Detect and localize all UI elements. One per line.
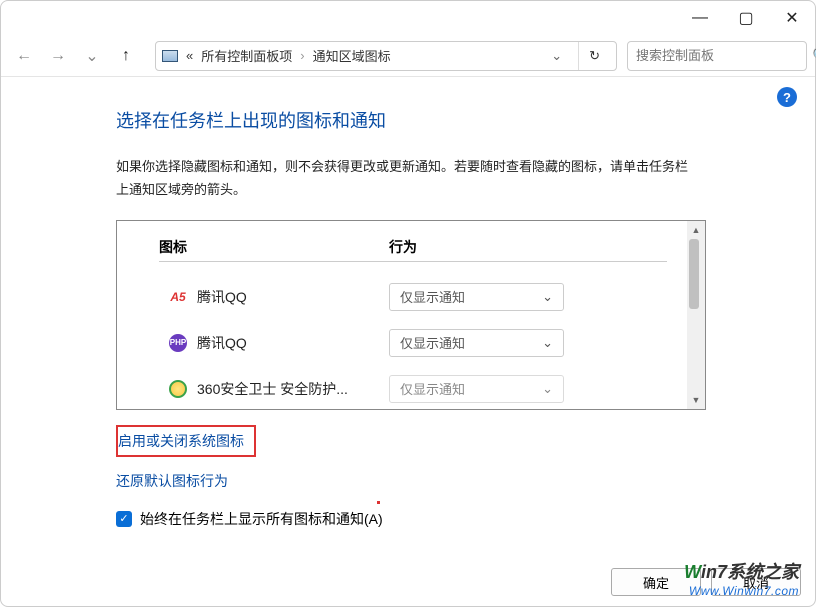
page-title: 选择在任务栏上出现的图标和通知 xyxy=(116,107,755,133)
list-item: A5 腾讯QQ 仅显示通知 ⌄ xyxy=(159,274,667,320)
cancel-button[interactable]: 取消 xyxy=(711,568,801,596)
app-icon-360 xyxy=(169,380,187,398)
window-titlebar: — ▢ ✕ xyxy=(1,1,815,35)
link-restore-defaults[interactable]: 还原默认图标行为 xyxy=(116,471,755,491)
dialog-footer: 确定 取消 xyxy=(611,568,801,596)
forward-button[interactable]: → xyxy=(43,41,73,71)
content-area: ? 选择在任务栏上出现的图标和通知 如果你选择隐藏图标和通知，则不会获得更改或更… xyxy=(1,77,815,529)
address-dropdown-icon[interactable]: ⌄ xyxy=(543,48,570,64)
breadcrumb-chevrons: « xyxy=(186,48,193,63)
behavior-value: 仅显示通知 xyxy=(400,333,465,352)
maximize-button[interactable]: ▢ xyxy=(723,1,769,35)
scroll-up-icon[interactable]: ▲ xyxy=(689,223,703,237)
links-section: 启用或关闭系统图标 还原默认图标行为 ✓ 始终在任务栏上显示所有图标和通知(A) xyxy=(116,425,755,529)
app-icon-qq: A5 xyxy=(170,290,185,304)
search-box[interactable]: 🔍 xyxy=(627,41,807,71)
app-name: 360安全卫士 安全防护... xyxy=(197,379,389,399)
recent-locations-button[interactable]: ⌄ xyxy=(77,41,107,71)
list-item: 360安全卫士 安全防护... 仅显示通知 ⌄ xyxy=(159,366,667,409)
scrollbar[interactable]: ▲ ▼ xyxy=(687,221,705,409)
behavior-select[interactable]: 仅显示通知 ⌄ xyxy=(389,375,564,403)
list-item: PHP 腾讯QQ 仅显示通知 ⌄ xyxy=(159,320,667,366)
page-description: 如果你选择隐藏图标和通知，则不会获得更改或更新通知。若要随时查看隐藏的图标，请单… xyxy=(116,155,696,202)
column-header-icon: 图标 xyxy=(159,237,389,257)
breadcrumb-item[interactable]: 所有控制面板项 xyxy=(201,46,292,65)
address-bar[interactable]: « 所有控制面板项 › 通知区域图标 ⌄ ↻ xyxy=(155,41,617,71)
search-icon[interactable]: 🔍 xyxy=(812,46,816,66)
icon-list-box: 图标 行为 A5 腾讯QQ 仅显示通知 ⌄ PHP 腾讯QQ 仅显示通知 ⌄ xyxy=(116,220,706,410)
checkbox-checked-icon[interactable]: ✓ xyxy=(116,511,132,527)
chevron-down-icon: ⌄ xyxy=(542,289,553,305)
toolbar: ← → ⌄ ↑ « 所有控制面板项 › 通知区域图标 ⌄ ↻ 🔍 xyxy=(1,35,815,77)
back-button[interactable]: ← xyxy=(9,41,39,71)
scroll-thumb[interactable] xyxy=(689,239,699,309)
behavior-select[interactable]: 仅显示通知 ⌄ xyxy=(389,283,564,311)
link-system-icons[interactable]: 启用或关闭系统图标 xyxy=(116,425,256,457)
control-panel-icon xyxy=(162,50,178,62)
behavior-value: 仅显示通知 xyxy=(400,287,465,306)
checkbox-label: 始终在任务栏上显示所有图标和通知(A) xyxy=(140,509,383,529)
behavior-select[interactable]: 仅显示通知 ⌄ xyxy=(389,329,564,357)
minimize-button[interactable]: — xyxy=(677,1,723,35)
app-icon-php: PHP xyxy=(169,334,187,352)
scroll-down-icon[interactable]: ▼ xyxy=(689,393,703,407)
chevron-down-icon: ⌄ xyxy=(542,381,553,397)
behavior-value: 仅显示通知 xyxy=(400,379,465,398)
search-input[interactable] xyxy=(636,48,812,63)
cursor-marker xyxy=(377,501,380,504)
header-divider xyxy=(159,261,667,262)
always-show-checkbox-row[interactable]: ✓ 始终在任务栏上显示所有图标和通知(A) xyxy=(116,509,755,529)
close-button[interactable]: ✕ xyxy=(769,1,815,35)
chevron-down-icon: ⌄ xyxy=(542,335,553,351)
list-header: 图标 行为 xyxy=(159,237,667,257)
breadcrumb-separator: › xyxy=(300,48,304,63)
breadcrumb-item[interactable]: 通知区域图标 xyxy=(313,46,391,65)
refresh-button[interactable]: ↻ xyxy=(578,42,610,70)
column-header-behavior: 行为 xyxy=(389,237,667,257)
app-name: 腾讯QQ xyxy=(197,333,389,353)
up-button[interactable]: ↑ xyxy=(111,41,141,71)
app-name: 腾讯QQ xyxy=(197,287,389,307)
help-icon[interactable]: ? xyxy=(777,87,797,107)
ok-button[interactable]: 确定 xyxy=(611,568,701,596)
